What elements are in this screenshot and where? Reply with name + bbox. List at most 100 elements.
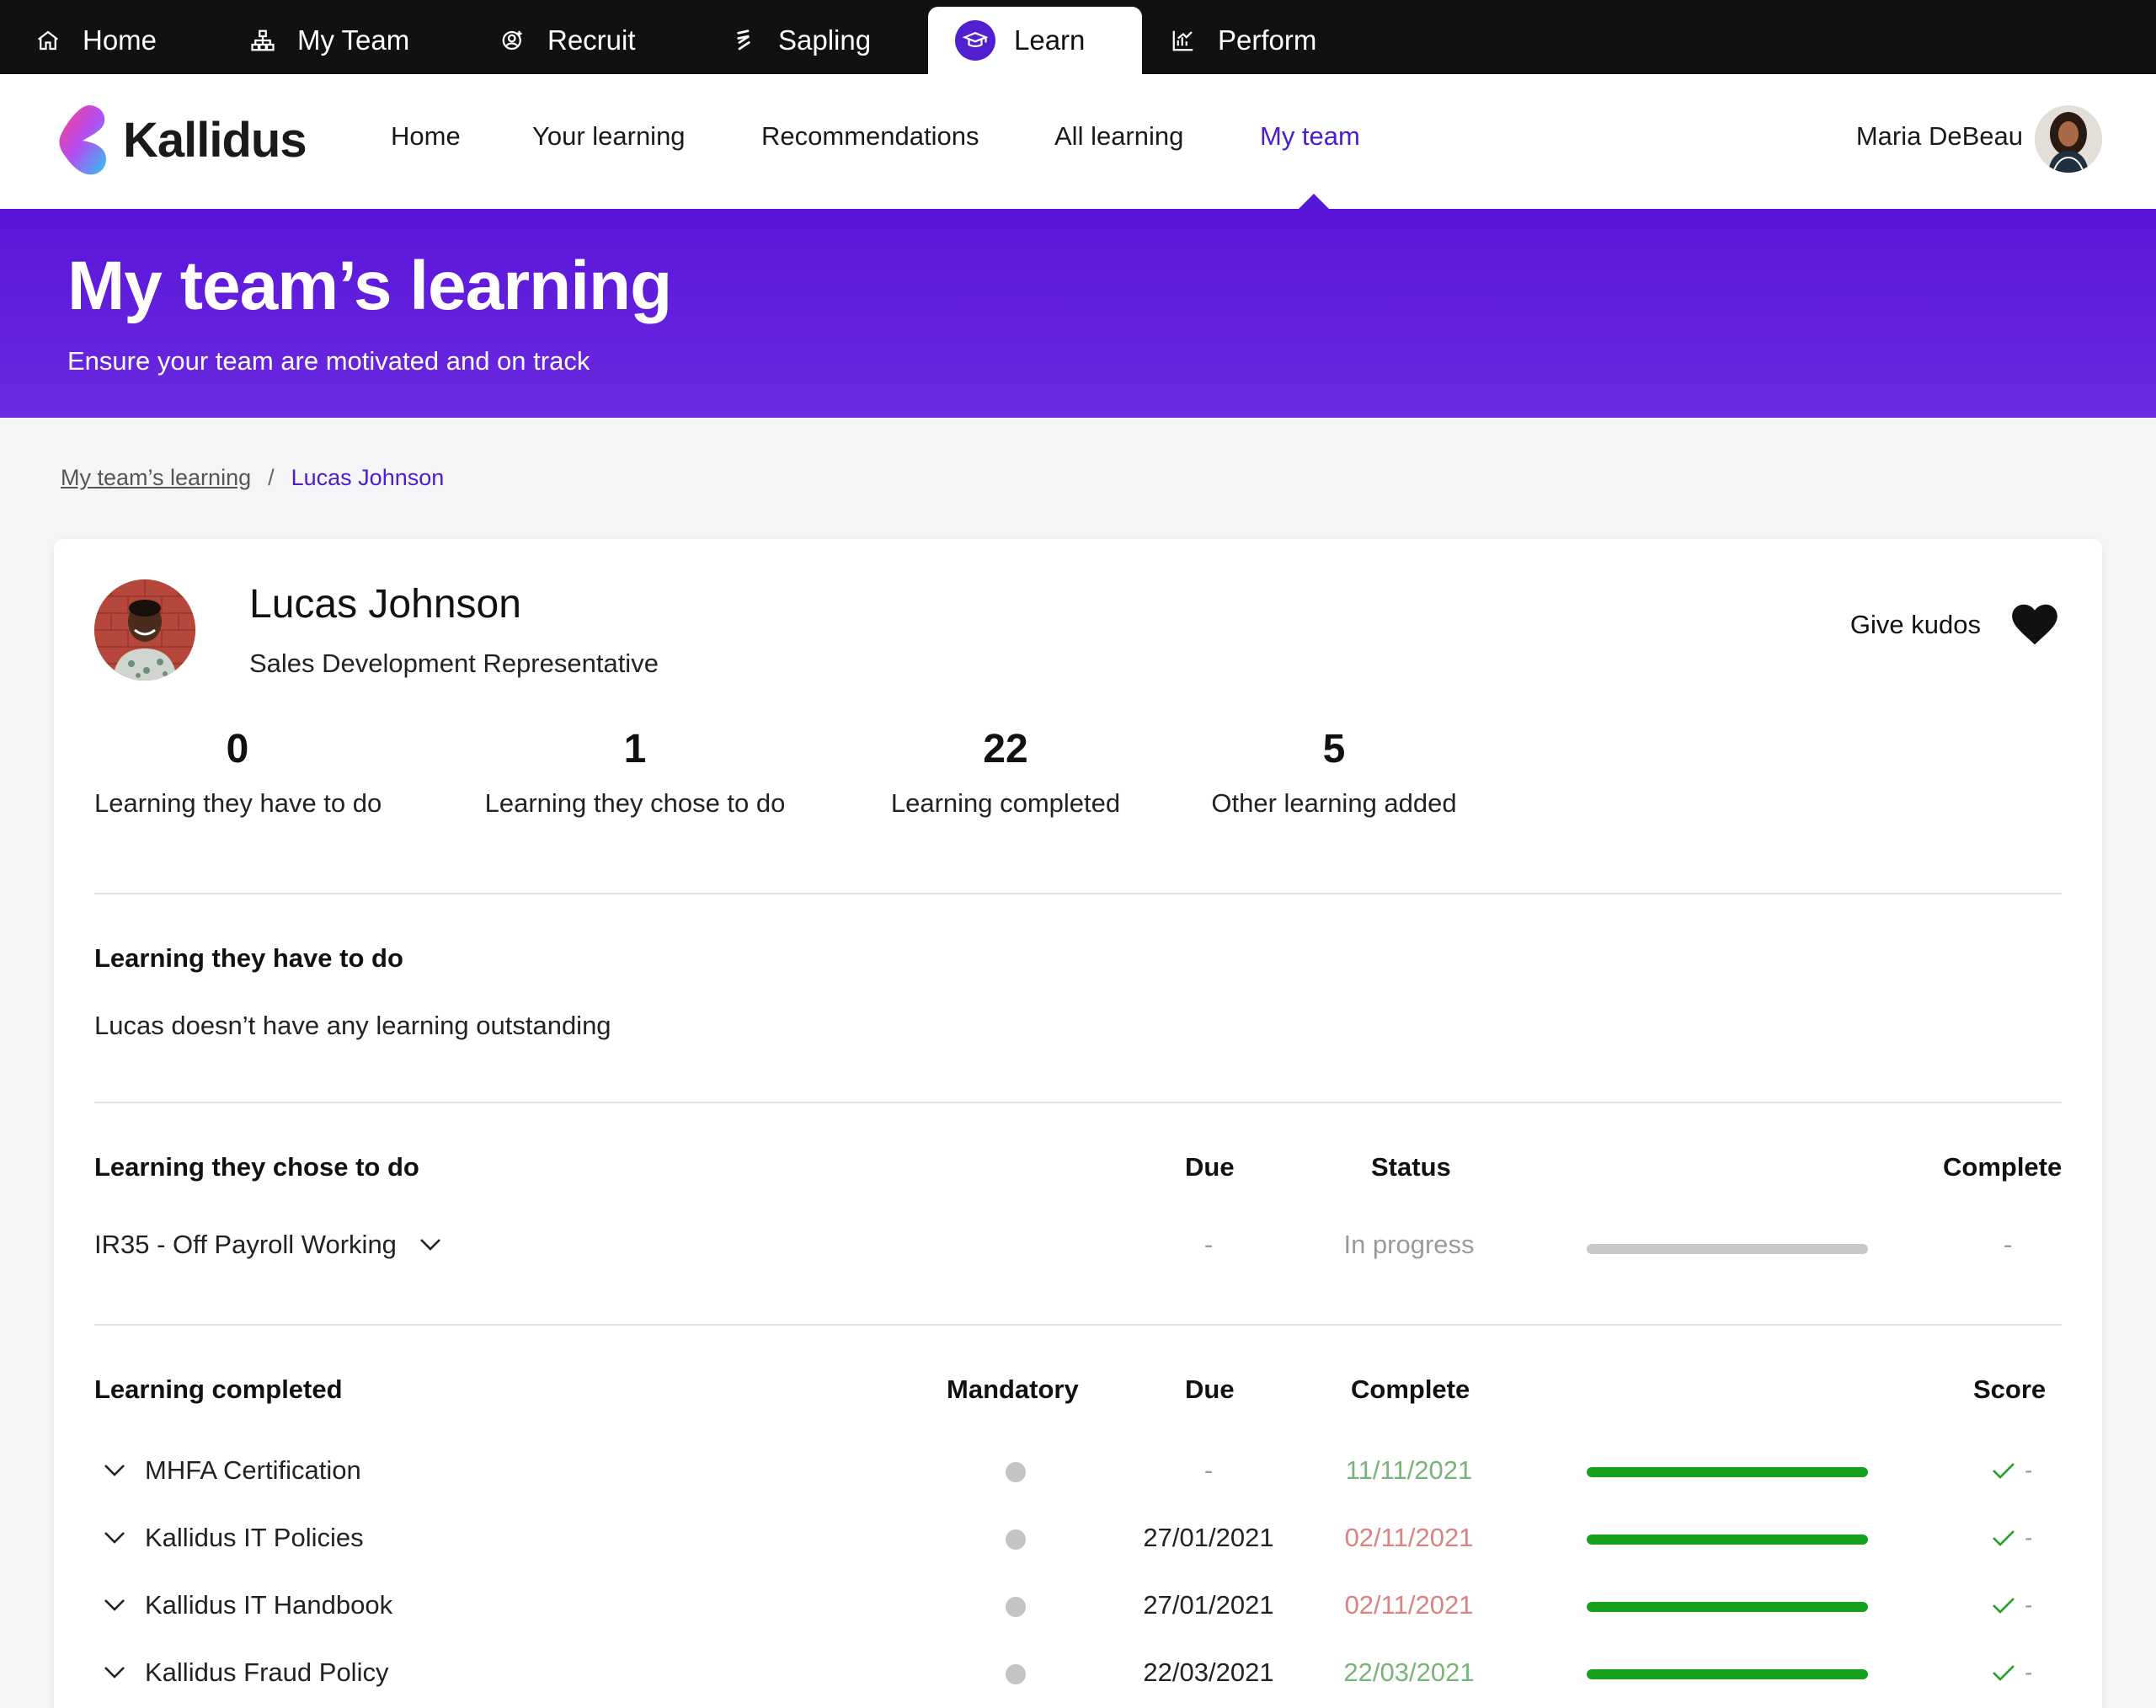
- column-header-complete: Complete: [1351, 1374, 1470, 1404]
- check-icon: [1993, 1463, 2015, 1479]
- column-header-due: Due: [1185, 1152, 1235, 1182]
- score-cell: -: [1991, 1659, 2032, 1686]
- main-navigation: Kallidus Home Your learning Recommendati…: [0, 74, 2156, 209]
- app-tab-label: Recruit: [547, 24, 636, 56]
- learning-item-toggle[interactable]: IR35 - Off Payroll Working: [94, 1230, 444, 1260]
- progress-bar-fill: [1587, 1535, 1868, 1545]
- score-value: -: [2025, 1592, 2033, 1618]
- sapling-icon: [729, 26, 758, 55]
- section-divider: [94, 1324, 2062, 1326]
- stat-chose-to-do[interactable]: 1 Learning they chose to do: [458, 729, 812, 819]
- stat-value: 5: [1322, 727, 1346, 771]
- kallidus-logo[interactable]: Kallidus: [57, 104, 307, 176]
- stat-value: 22: [983, 727, 1028, 771]
- app-tab-recruit[interactable]: Recruit: [499, 7, 636, 74]
- app-tab-my-team[interactable]: My Team: [248, 7, 409, 74]
- progress-bar: [1587, 1467, 1868, 1477]
- section-divider: [94, 1102, 2062, 1103]
- learning-item-toggle[interactable]: MHFA Certification: [101, 1455, 361, 1486]
- progress-bar: [1587, 1602, 1868, 1612]
- check-icon: [1993, 1598, 2015, 1614]
- page-subtitle: Ensure your team are motivated and on tr…: [67, 346, 590, 376]
- chart-icon: [1169, 26, 1198, 55]
- app-tab-label: My Team: [297, 24, 410, 56]
- learning-item-toggle[interactable]: Kallidus IT Handbook: [101, 1590, 392, 1620]
- nav-home[interactable]: Home: [391, 121, 461, 152]
- due-date: -: [1203, 1455, 1214, 1485]
- app-tab-label: Learn: [1014, 24, 1086, 56]
- stat-label: Learning completed: [890, 788, 1121, 818]
- stat-label: Other learning added: [1211, 788, 1457, 818]
- stat-label: Learning they chose to do: [484, 788, 786, 818]
- stat-have-to-do[interactable]: 0 Learning they have to do: [94, 729, 382, 819]
- page-title: My team’s learning: [67, 248, 672, 324]
- progress-bar-fill: [1587, 1669, 1868, 1679]
- score-cell: -: [1991, 1524, 2032, 1551]
- heart-icon: [2012, 604, 2057, 645]
- complete-date: 02/11/2021: [1344, 1590, 1474, 1620]
- person-name: Lucas Johnson: [249, 582, 521, 627]
- nav-all-learning[interactable]: All learning: [1054, 121, 1183, 152]
- stat-other-added[interactable]: 5 Other learning added: [1140, 729, 1528, 819]
- user-avatar[interactable]: [2035, 105, 2102, 173]
- team-member-card: Lucas Johnson Sales Development Represen…: [54, 539, 2102, 1708]
- graduation-cap-icon: [955, 20, 995, 61]
- complete-date: 02/11/2021: [1344, 1523, 1474, 1552]
- stat-value: 1: [623, 727, 647, 771]
- learning-item-title: MHFA Certification: [145, 1455, 361, 1485]
- score-value: -: [2025, 1457, 2033, 1483]
- empty-state-text: Lucas doesn’t have any learning outstand…: [94, 1011, 611, 1040]
- learning-item-title: Kallidus IT Policies: [145, 1523, 364, 1552]
- house-icon: [34, 26, 62, 55]
- app-switcher-bar: Home My Team Recruit Sapling Learn Perfo…: [0, 0, 2156, 74]
- complete-date: -: [2003, 1230, 2013, 1259]
- kallidus-logo-icon: [59, 105, 106, 175]
- app-tab-label: Perform: [1218, 24, 1317, 56]
- due-date: 22/03/2021: [1143, 1657, 1274, 1687]
- stat-completed[interactable]: 22 Learning completed: [829, 729, 1182, 819]
- app-tab-home[interactable]: Home: [34, 7, 157, 74]
- section-title-have-to-do: Learning they have to do: [94, 943, 403, 973]
- learning-item-toggle[interactable]: Kallidus IT Policies: [101, 1523, 364, 1553]
- progress-bar: [1587, 1669, 1868, 1679]
- breadcrumb-current: Lucas Johnson: [291, 465, 445, 490]
- section-title-chose-to-do: Learning they chose to do: [94, 1152, 419, 1182]
- chevron-down-icon: [101, 1457, 128, 1484]
- due-date: -: [1203, 1230, 1214, 1259]
- user-name[interactable]: Maria DeBeau: [1856, 121, 2023, 152]
- column-header-status: Status: [1371, 1152, 1451, 1182]
- app-tab-perform[interactable]: Perform: [1169, 7, 1316, 74]
- app-tab-label: Home: [83, 24, 157, 56]
- check-icon: [1993, 1665, 2015, 1681]
- score-cell: -: [1991, 1457, 2032, 1484]
- learning-item-toggle[interactable]: Kallidus Fraud Policy: [101, 1657, 388, 1688]
- section-title-completed: Learning completed: [94, 1374, 343, 1404]
- learning-item-title: Kallidus Fraud Policy: [145, 1657, 389, 1687]
- mandatory-indicator: [1006, 1462, 1026, 1482]
- nav-your-learning[interactable]: Your learning: [532, 121, 686, 152]
- person-role: Sales Development Representative: [249, 649, 659, 678]
- complete-date: 11/11/2021: [1345, 1455, 1473, 1485]
- score-value: -: [2025, 1659, 2033, 1685]
- stat-label: Learning they have to do: [94, 788, 382, 818]
- nav-my-team[interactable]: My team: [1260, 121, 1360, 152]
- app-tab-learn[interactable]: Learn: [928, 7, 1143, 74]
- complete-date: 22/03/2021: [1343, 1657, 1475, 1687]
- breadcrumb-parent-link[interactable]: My team’s learning: [61, 465, 251, 491]
- mandatory-indicator: [1006, 1597, 1026, 1617]
- score-value: -: [2025, 1524, 2033, 1551]
- breadcrumb: My team’s learning / Lucas Johnson: [61, 465, 444, 491]
- active-nav-indicator: [1299, 194, 1329, 209]
- progress-bar: [1587, 1535, 1868, 1545]
- app-tab-sapling[interactable]: Sapling: [729, 7, 871, 74]
- due-date: 27/01/2021: [1143, 1590, 1274, 1620]
- chevron-down-icon: [417, 1231, 444, 1258]
- nav-recommendations[interactable]: Recommendations: [761, 121, 979, 152]
- page-hero: My team’s learning Ensure your team are …: [0, 209, 2156, 418]
- due-date: 27/01/2021: [1143, 1523, 1274, 1552]
- give-kudos-button[interactable]: Give kudos: [1850, 603, 2058, 647]
- status-text: In progress: [1343, 1230, 1475, 1259]
- score-cell: -: [1991, 1592, 2032, 1619]
- chevron-down-icon: [101, 1524, 128, 1551]
- chevron-down-icon: [101, 1659, 128, 1686]
